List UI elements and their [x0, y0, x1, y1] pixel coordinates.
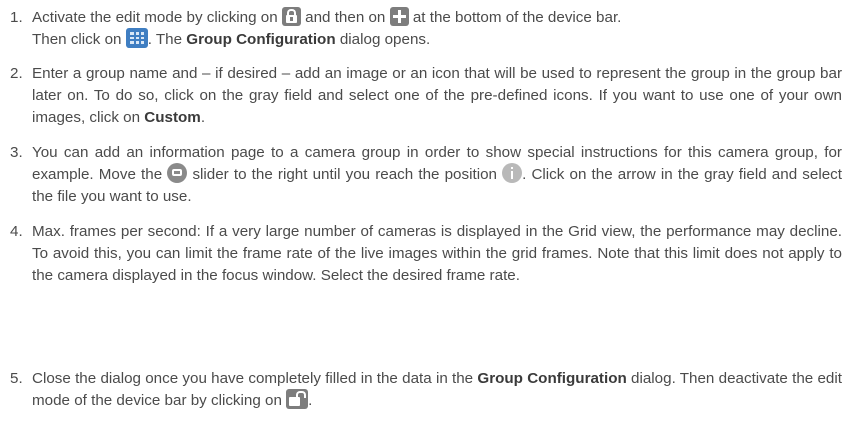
slider-icon	[167, 163, 188, 184]
list-item-step-3: 3. You can add an information page to a …	[10, 142, 842, 208]
grid-icon	[125, 28, 148, 49]
step-number: 1.	[10, 9, 23, 26]
bold-term: Group Configuration	[186, 31, 336, 48]
bold-term: Custom	[144, 109, 201, 126]
step-number: 2.	[10, 65, 23, 82]
step-text: Max. frames per second: If a very large …	[32, 223, 842, 284]
list-item-step-2: 2. Enter a group name and – if desired –…	[10, 63, 842, 129]
step-text: Close the dialog once you have completel…	[32, 370, 842, 410]
document-page: 1. Activate the edit mode by clicking on…	[0, 0, 849, 439]
step-number: 3.	[10, 144, 23, 161]
step-text: You can add an information page to a cam…	[32, 144, 842, 205]
plus-icon	[389, 6, 409, 26]
unlock-icon	[286, 389, 309, 410]
lock-icon	[281, 6, 301, 26]
step-number: 4.	[10, 223, 23, 240]
step-number: 5.	[10, 370, 23, 387]
list-item-step-1: 1. Activate the edit mode by clicking on…	[10, 6, 842, 51]
bold-term: Group Configuration	[477, 370, 627, 387]
step-text: Enter a group name and – if desired – ad…	[32, 65, 842, 126]
list-item-step-4: 4. Max. frames per second: If a very lar…	[10, 221, 842, 287]
step-text: Activate the edit mode by clicking on an…	[32, 6, 842, 51]
info-icon	[502, 163, 523, 184]
list-item-step-5: 5. Close the dialog once you have comple…	[10, 368, 842, 412]
